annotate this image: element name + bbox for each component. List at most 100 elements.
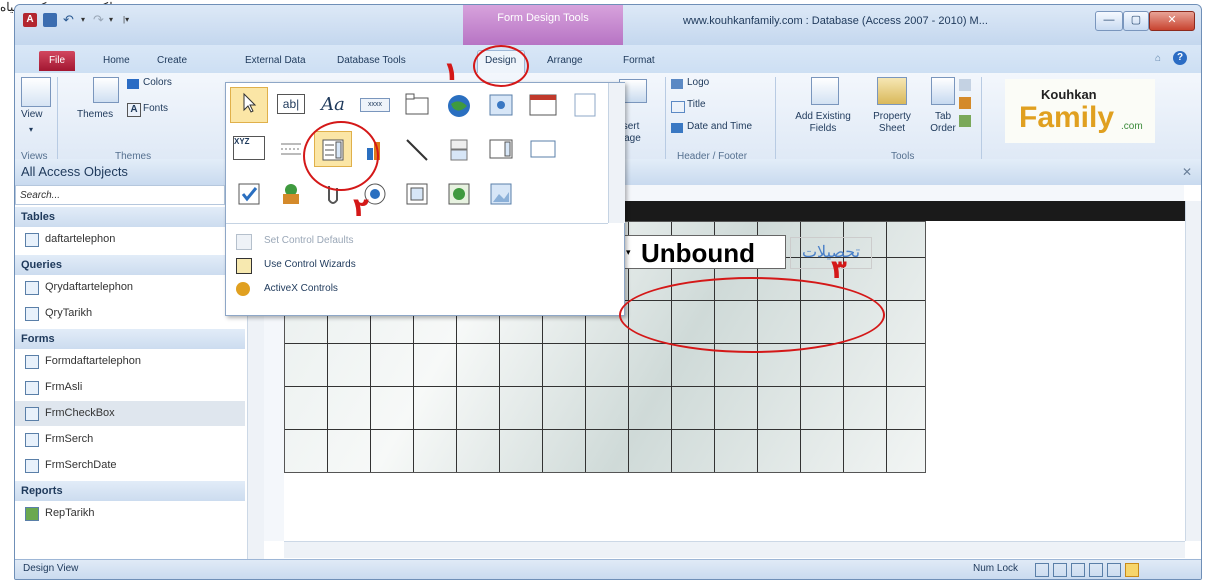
tab-order-button[interactable]: Tab Order — [923, 111, 963, 135]
undo-icon[interactable]: ↶ — [63, 13, 75, 27]
tab-home[interactable]: Home — [99, 51, 134, 71]
horizontal-scrollbar[interactable] — [284, 541, 1185, 558]
set-control-defaults-item[interactable]: Set Control Defaults — [226, 229, 608, 253]
select-pointer-icon[interactable] — [230, 87, 268, 123]
tab-database-tools[interactable]: Database Tools — [333, 51, 410, 71]
toggle-button-icon[interactable] — [440, 131, 478, 167]
combo-dropdown-icon[interactable]: ▾ — [626, 245, 636, 259]
colors-icon — [127, 79, 139, 89]
hyperlink-icon[interactable] — [440, 87, 478, 123]
redo-dropdown-icon[interactable]: ▾ — [109, 13, 117, 27]
nav-item-label: RepTarikh — [45, 507, 95, 519]
close-button[interactable]: ✕ — [1149, 11, 1195, 31]
table-icon — [25, 233, 39, 247]
colors-button[interactable]: Colors — [143, 77, 172, 88]
nav-item-label: daftartelephon — [45, 233, 116, 245]
minimize-ribbon-icon[interactable]: ⌂ — [1155, 53, 1161, 64]
tab-format[interactable]: Format — [619, 51, 659, 71]
button-control-icon[interactable]: xxxx — [356, 87, 394, 123]
option-group-icon[interactable]: XYZ — [230, 131, 268, 167]
form-icon — [25, 433, 39, 447]
customize-qat-icon[interactable]: |▾ — [123, 13, 133, 27]
view-icon[interactable] — [21, 77, 51, 107]
nav-item-table[interactable]: daftartelephon — [15, 227, 245, 252]
list-box-icon[interactable] — [482, 131, 520, 167]
logo-line1: Kouhkan — [1041, 87, 1097, 102]
add-existing-fields-icon[interactable] — [811, 77, 839, 105]
combo-tool-circle — [303, 121, 379, 191]
nav-group-forms[interactable]: Forms — [15, 329, 245, 349]
tab-create[interactable]: Create — [153, 51, 191, 71]
nav-item-form[interactable]: FrmSerch — [15, 427, 245, 452]
maximize-button[interactable]: ▢ — [1123, 11, 1149, 31]
nav-item-query[interactable]: QryTarikh — [15, 301, 245, 326]
title-button[interactable]: Title — [687, 99, 706, 110]
tab-arrange[interactable]: Arrange — [543, 51, 587, 71]
subform-icon[interactable] — [959, 79, 971, 91]
view-code-icon[interactable] — [959, 97, 971, 109]
add-existing-fields-button[interactable]: Add Existing Fields — [789, 111, 857, 135]
annotation-step-3: ۳ — [831, 255, 847, 285]
logo-button[interactable]: Logo — [687, 77, 709, 88]
view-button[interactable]: View — [21, 109, 43, 120]
line-control-icon[interactable] — [398, 131, 436, 167]
undo-dropdown-icon[interactable]: ▾ — [81, 13, 89, 27]
property-sheet-button[interactable]: Property Sheet — [867, 111, 917, 135]
themes-icon[interactable] — [93, 77, 119, 103]
query-icon — [25, 281, 39, 295]
fonts-button[interactable]: Fonts — [143, 103, 168, 114]
nav-item-form-selected[interactable]: FrmCheckBox — [15, 401, 245, 426]
vertical-scrollbar[interactable] — [1185, 201, 1201, 541]
check-box-icon[interactable] — [230, 175, 268, 211]
nav-search-input[interactable]: Search... — [15, 185, 225, 205]
unbound-object-frame-icon[interactable] — [272, 175, 310, 211]
rectangle-icon[interactable] — [524, 131, 562, 167]
use-control-wizards-item[interactable]: Use Control Wizards — [226, 253, 608, 277]
access-app-icon[interactable]: A — [23, 13, 37, 27]
status-bar: Design View Num Lock — [15, 559, 1201, 579]
text-box-icon[interactable]: ab| — [272, 87, 310, 123]
tab-control-icon[interactable] — [398, 87, 436, 123]
nav-item-query[interactable]: Qrydaftartelephon — [15, 275, 245, 300]
access-window: A ↶ ▾ ↷ ▾ |▾ Form Design Tools www.kouhk… — [14, 4, 1202, 580]
nav-group-tables[interactable]: Tables — [15, 207, 245, 227]
tab-order-icon[interactable] — [931, 77, 955, 105]
date-time-button[interactable]: Date and Time — [687, 121, 752, 132]
tab-file[interactable]: File — [39, 51, 75, 71]
datasheet-view-icon[interactable] — [1053, 563, 1067, 577]
layout-view-icon[interactable] — [1107, 563, 1121, 577]
nav-group-queries[interactable]: Queries — [15, 255, 245, 275]
themes-button[interactable]: Themes — [77, 109, 113, 120]
report-icon — [25, 507, 39, 521]
redo-icon[interactable]: ↷ — [93, 13, 105, 27]
design-view-icon[interactable] — [1125, 563, 1139, 577]
close-document-icon[interactable]: ✕ — [1182, 165, 1192, 179]
image-control-icon[interactable] — [482, 175, 520, 211]
pivottable-view-icon[interactable] — [1071, 563, 1085, 577]
convert-macros-icon[interactable] — [959, 115, 971, 127]
nav-item-form[interactable]: FrmSerchDate — [15, 453, 245, 478]
nav-item-report[interactable]: RepTarikh — [15, 501, 245, 526]
nav-item-form[interactable]: Formdaftartelephon — [15, 349, 245, 374]
gallery-scrollbar[interactable] — [608, 83, 625, 223]
form-view-icon[interactable] — [1035, 563, 1049, 577]
combo-box-control[interactable]: Unbound — [624, 235, 786, 269]
view-dropdown-icon[interactable]: ▾ — [29, 125, 33, 134]
gallery-up-icon[interactable] — [566, 87, 604, 123]
nav-group-reports[interactable]: Reports — [15, 481, 245, 501]
save-icon[interactable] — [43, 13, 57, 27]
nav-item-form[interactable]: FrmAsli — [15, 375, 245, 400]
pivotchart-view-icon[interactable] — [1089, 563, 1103, 577]
activex-controls-item[interactable]: ActiveX Controls — [226, 277, 608, 301]
minimize-button[interactable]: — — [1095, 11, 1123, 31]
label-control-icon[interactable]: Aa — [314, 87, 352, 123]
subform-control-icon[interactable] — [398, 175, 436, 211]
bound-object-frame-icon[interactable] — [440, 175, 478, 211]
property-sheet-icon[interactable] — [877, 77, 907, 105]
help-icon[interactable]: ? — [1173, 51, 1187, 65]
form-design-tools-header: Form Design Tools — [463, 5, 623, 45]
web-browser-control-icon[interactable] — [482, 87, 520, 123]
navigation-control-icon[interactable] — [524, 87, 562, 123]
tab-external-data[interactable]: External Data — [241, 51, 310, 71]
text-box-label: ab| — [277, 94, 305, 114]
